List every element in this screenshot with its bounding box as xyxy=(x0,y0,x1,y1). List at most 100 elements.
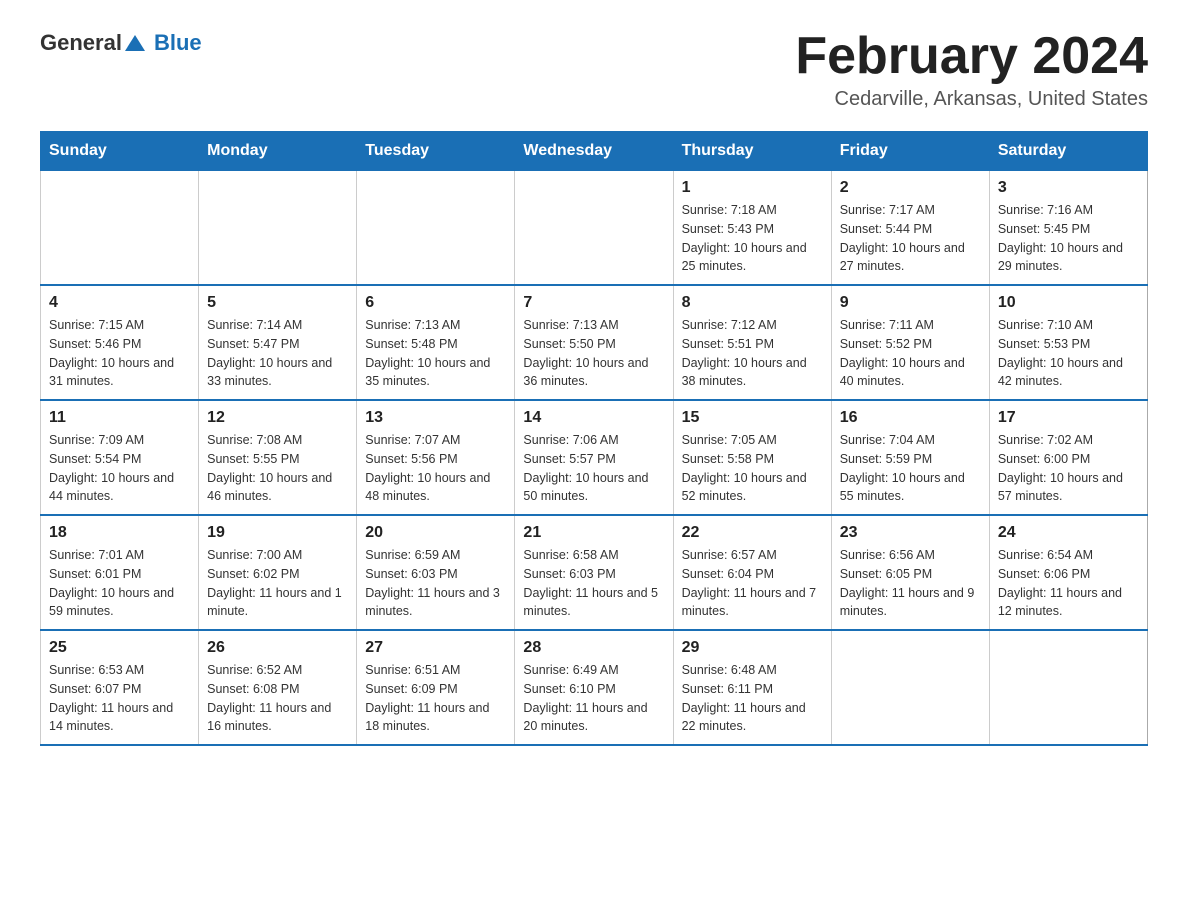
day-number: 23 xyxy=(840,524,981,542)
day-info: Sunrise: 7:01 AMSunset: 6:01 PMDaylight:… xyxy=(49,546,190,621)
calendar-cell: 7 Sunrise: 7:13 AMSunset: 5:50 PMDaylight… xyxy=(515,285,673,400)
day-number: 14 xyxy=(523,409,664,427)
day-number: 25 xyxy=(49,639,190,657)
day-number: 8 xyxy=(682,294,823,312)
day-info: Sunrise: 6:54 AMSunset: 6:06 PMDaylight:… xyxy=(998,546,1139,621)
day-number: 9 xyxy=(840,294,981,312)
day-info: Sunrise: 6:53 AMSunset: 6:07 PMDaylight:… xyxy=(49,661,190,736)
day-number: 21 xyxy=(523,524,664,542)
calendar-week-row: 25 Sunrise: 6:53 AMSunset: 6:07 PMDayligh… xyxy=(41,630,1148,745)
day-number: 18 xyxy=(49,524,190,542)
calendar-cell: 5 Sunrise: 7:14 AMSunset: 5:47 PMDaylight… xyxy=(199,285,357,400)
calendar-cell: 18 Sunrise: 7:01 AMSunset: 6:01 PMDayligh… xyxy=(41,515,199,630)
month-year-title: February 2024 xyxy=(795,30,1148,82)
calendar-cell: 27Sunrise: 6:51 AMSunset: 6:09 PMDayligh… xyxy=(357,630,515,745)
day-number: 20 xyxy=(365,524,506,542)
day-info: Sunrise: 6:59 AMSunset: 6:03 PMDaylight:… xyxy=(365,546,506,621)
calendar-cell: 26Sunrise: 6:52 AMSunset: 6:08 PMDayligh… xyxy=(199,630,357,745)
day-info: Sunrise: 7:10 AMSunset: 5:53 PMDaylight:… xyxy=(998,316,1139,391)
day-number: 26 xyxy=(207,639,348,657)
day-number: 12 xyxy=(207,409,348,427)
day-number: 24 xyxy=(998,524,1139,542)
calendar-cell: 15 Sunrise: 7:05 AMSunset: 5:58 PMDayligh… xyxy=(673,400,831,515)
calendar-cell: 3Sunrise: 7:16 AMSunset: 5:45 PMDaylight… xyxy=(989,171,1147,286)
logo: General Blue xyxy=(40,30,202,56)
calendar-cell xyxy=(515,171,673,286)
day-info: Sunrise: 7:13 AMSunset: 5:48 PMDaylight:… xyxy=(365,316,506,391)
day-number: 11 xyxy=(49,409,190,427)
calendar-cell: 24 Sunrise: 6:54 AMSunset: 6:06 PMDayligh… xyxy=(989,515,1147,630)
location-subtitle: Cedarville, Arkansas, United States xyxy=(795,88,1148,111)
day-number: 15 xyxy=(682,409,823,427)
calendar-cell xyxy=(357,171,515,286)
calendar-week-row: 18 Sunrise: 7:01 AMSunset: 6:01 PMDayligh… xyxy=(41,515,1148,630)
calendar-cell: 16 Sunrise: 7:04 AMSunset: 5:59 PMDayligh… xyxy=(831,400,989,515)
day-of-week-header: Thursday xyxy=(673,132,831,171)
calendar-cell: 8 Sunrise: 7:12 AMSunset: 5:51 PMDaylight… xyxy=(673,285,831,400)
day-of-week-header: Saturday xyxy=(989,132,1147,171)
day-number: 1 xyxy=(682,179,823,197)
calendar-table: SundayMondayTuesdayWednesdayThursdayFrid… xyxy=(40,131,1148,746)
day-info: Sunrise: 7:16 AMSunset: 5:45 PMDaylight:… xyxy=(998,201,1139,276)
calendar-cell: 6 Sunrise: 7:13 AMSunset: 5:48 PMDaylight… xyxy=(357,285,515,400)
day-number: 13 xyxy=(365,409,506,427)
calendar-cell xyxy=(199,171,357,286)
calendar-cell: 17Sunrise: 7:02 AMSunset: 6:00 PMDayligh… xyxy=(989,400,1147,515)
day-info: Sunrise: 6:58 AMSunset: 6:03 PMDaylight:… xyxy=(523,546,664,621)
day-info: Sunrise: 7:14 AMSunset: 5:47 PMDaylight:… xyxy=(207,316,348,391)
day-number: 28 xyxy=(523,639,664,657)
logo-general: General xyxy=(40,30,122,56)
header-row: SundayMondayTuesdayWednesdayThursdayFrid… xyxy=(41,132,1148,171)
calendar-cell xyxy=(989,630,1147,745)
calendar-body: 1 Sunrise: 7:18 AMSunset: 5:43 PMDaylight… xyxy=(41,171,1148,746)
day-info: Sunrise: 7:04 AMSunset: 5:59 PMDaylight:… xyxy=(840,431,981,506)
day-info: Sunrise: 7:12 AMSunset: 5:51 PMDaylight:… xyxy=(682,316,823,391)
calendar-cell: 20 Sunrise: 6:59 AMSunset: 6:03 PMDayligh… xyxy=(357,515,515,630)
calendar-cell: 21 Sunrise: 6:58 AMSunset: 6:03 PMDayligh… xyxy=(515,515,673,630)
day-of-week-header: Wednesday xyxy=(515,132,673,171)
day-number: 7 xyxy=(523,294,664,312)
day-number: 6 xyxy=(365,294,506,312)
day-number: 16 xyxy=(840,409,981,427)
calendar-cell: 12 Sunrise: 7:08 AMSunset: 5:55 PMDayligh… xyxy=(199,400,357,515)
day-info: Sunrise: 7:07 AMSunset: 5:56 PMDaylight:… xyxy=(365,431,506,506)
calendar-cell: 11 Sunrise: 7:09 AMSunset: 5:54 PMDayligh… xyxy=(41,400,199,515)
day-info: Sunrise: 6:57 AMSunset: 6:04 PMDaylight:… xyxy=(682,546,823,621)
day-info: Sunrise: 7:09 AMSunset: 5:54 PMDaylight:… xyxy=(49,431,190,506)
day-info: Sunrise: 7:05 AMSunset: 5:58 PMDaylight:… xyxy=(682,431,823,506)
calendar-cell: 29Sunrise: 6:48 AMSunset: 6:11 PMDayligh… xyxy=(673,630,831,745)
calendar-cell xyxy=(831,630,989,745)
day-info: Sunrise: 7:15 AMSunset: 5:46 PMDaylight:… xyxy=(49,316,190,391)
day-info: Sunrise: 7:18 AMSunset: 5:43 PMDaylight:… xyxy=(682,201,823,276)
calendar-cell: 23 Sunrise: 6:56 AMSunset: 6:05 PMDayligh… xyxy=(831,515,989,630)
calendar-week-row: 4Sunrise: 7:15 AMSunset: 5:46 PMDaylight… xyxy=(41,285,1148,400)
day-info: Sunrise: 7:11 AMSunset: 5:52 PMDaylight:… xyxy=(840,316,981,391)
calendar-week-row: 1 Sunrise: 7:18 AMSunset: 5:43 PMDaylight… xyxy=(41,171,1148,286)
day-number: 27 xyxy=(365,639,506,657)
day-info: Sunrise: 7:06 AMSunset: 5:57 PMDaylight:… xyxy=(523,431,664,506)
calendar-cell: 10 Sunrise: 7:10 AMSunset: 5:53 PMDayligh… xyxy=(989,285,1147,400)
calendar-cell: 25 Sunrise: 6:53 AMSunset: 6:07 PMDayligh… xyxy=(41,630,199,745)
day-of-week-header: Tuesday xyxy=(357,132,515,171)
calendar-cell: 22 Sunrise: 6:57 AMSunset: 6:04 PMDayligh… xyxy=(673,515,831,630)
page-header: General Blue February 2024 Cedarville, A… xyxy=(40,30,1148,111)
logo-blue: Blue xyxy=(154,30,202,56)
day-info: Sunrise: 7:08 AMSunset: 5:55 PMDaylight:… xyxy=(207,431,348,506)
calendar-cell: 28Sunrise: 6:49 AMSunset: 6:10 PMDayligh… xyxy=(515,630,673,745)
day-number: 22 xyxy=(682,524,823,542)
day-info: Sunrise: 7:13 AMSunset: 5:50 PMDaylight:… xyxy=(523,316,664,391)
day-info: Sunrise: 6:48 AMSunset: 6:11 PMDaylight:… xyxy=(682,661,823,736)
calendar-cell: 14 Sunrise: 7:06 AMSunset: 5:57 PMDayligh… xyxy=(515,400,673,515)
calendar-cell: 9 Sunrise: 7:11 AMSunset: 5:52 PMDaylight… xyxy=(831,285,989,400)
day-number: 10 xyxy=(998,294,1139,312)
calendar-cell: 2Sunrise: 7:17 AMSunset: 5:44 PMDaylight… xyxy=(831,171,989,286)
title-section: February 2024 Cedarville, Arkansas, Unit… xyxy=(795,30,1148,111)
calendar-cell: 19Sunrise: 7:00 AMSunset: 6:02 PMDayligh… xyxy=(199,515,357,630)
calendar-cell xyxy=(41,171,199,286)
day-of-week-header: Sunday xyxy=(41,132,199,171)
day-info: Sunrise: 6:56 AMSunset: 6:05 PMDaylight:… xyxy=(840,546,981,621)
day-number: 5 xyxy=(207,294,348,312)
day-number: 19 xyxy=(207,524,348,542)
day-info: Sunrise: 7:17 AMSunset: 5:44 PMDaylight:… xyxy=(840,201,981,276)
day-number: 17 xyxy=(998,409,1139,427)
